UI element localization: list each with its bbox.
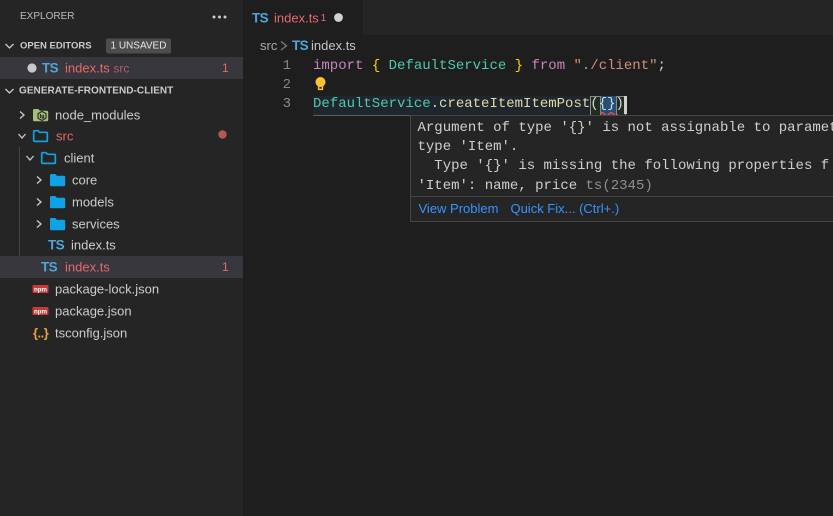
svg-text:npm: npm [34, 286, 48, 293]
svg-text:npm: npm [34, 308, 48, 315]
